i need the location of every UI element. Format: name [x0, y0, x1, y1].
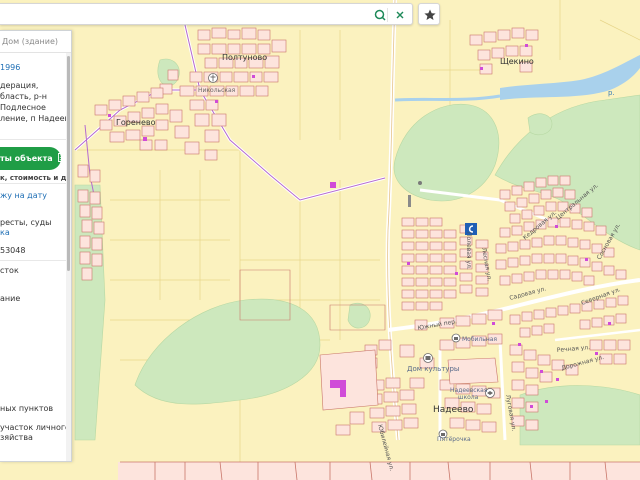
- address-line: ление, п Надеево: [0, 114, 72, 123]
- label-gorenevo: Горенево: [116, 118, 156, 127]
- label-nadeevo: Надеево: [433, 405, 474, 415]
- label-pyaterochka: Пятёрочка: [437, 436, 471, 443]
- church-icon[interactable]: [208, 73, 218, 83]
- arrests-courts-link[interactable]: ка: [0, 228, 10, 238]
- date-info-link[interactable]: жу на дату: [0, 191, 47, 201]
- culture-house-icon[interactable]: [423, 353, 433, 363]
- shop-icon[interactable]: [451, 333, 461, 343]
- close-icon: [396, 11, 404, 19]
- favorites-button[interactable]: [418, 3, 440, 25]
- panel-divider: [0, 260, 66, 261]
- object-number: 53048: [0, 246, 26, 255]
- label-dom-kultury: Дом культуры: [407, 365, 459, 373]
- section-permitted-use: участок личного зяйства: [0, 423, 71, 443]
- address-line: бласть, р-н: [0, 92, 48, 101]
- search-bar: [0, 3, 413, 25]
- label-poltunovo: Полтуново: [222, 53, 267, 62]
- label-nadeevskaya: Надеевская: [450, 387, 488, 394]
- panel-scrollbar-thumb[interactable]: [67, 56, 70, 271]
- cadastral-number-link[interactable]: 1996: [0, 63, 20, 73]
- panel-divider: [0, 183, 66, 184]
- object-report-label: ты объекта: [0, 154, 53, 163]
- object-report-button[interactable]: ты объекта: [0, 147, 66, 170]
- search-button[interactable]: [372, 7, 388, 23]
- report-description: к, стоимость и др.: [0, 174, 72, 182]
- address-line: Подлесное: [0, 103, 46, 112]
- label-shkola: школа: [458, 394, 479, 401]
- permitted-use-line: зяйства: [0, 433, 33, 442]
- panel-divider: [0, 139, 66, 140]
- star-icon: [424, 9, 436, 20]
- search-divider: [387, 8, 388, 22]
- section-settlement-category: ных пунктов: [0, 404, 54, 413]
- parcel-industrial: [319, 349, 379, 411]
- clear-search-button[interactable]: [392, 7, 408, 23]
- label-st-polevaya: Полевая ул.: [465, 232, 472, 270]
- document-icon: [58, 153, 66, 162]
- address-line: дерация,: [0, 81, 39, 90]
- permitted-use-line: участок личного: [0, 423, 70, 432]
- forest-grove-2: [347, 302, 371, 329]
- section-building: ание: [0, 294, 21, 303]
- label-river: р.: [608, 89, 615, 97]
- cadastral-map[interactable]: р. Полтуново Никольская Горенево Щекино …: [0, 0, 640, 480]
- panel-title: Дом (здание): [2, 37, 59, 46]
- search-icon: [374, 9, 386, 21]
- section-land-plot: сток: [0, 266, 19, 275]
- search-input[interactable]: [6, 6, 361, 23]
- forest-grove-1: [527, 113, 553, 136]
- arrests-courts-text: ресты, суды: [0, 218, 52, 227]
- object-info-panel: Дом (здание) 1996 дерация, бласть, р-н П…: [0, 30, 72, 462]
- panel-header: Дом (здание): [0, 31, 71, 53]
- label-mobilochka: Мобильная: [462, 336, 497, 343]
- label-shchekino: Щекино: [500, 57, 534, 66]
- label-nikolskaya: Никольская: [198, 87, 236, 94]
- object-address: дерация, бласть, р-н Подлесное ление, п …: [0, 81, 72, 125]
